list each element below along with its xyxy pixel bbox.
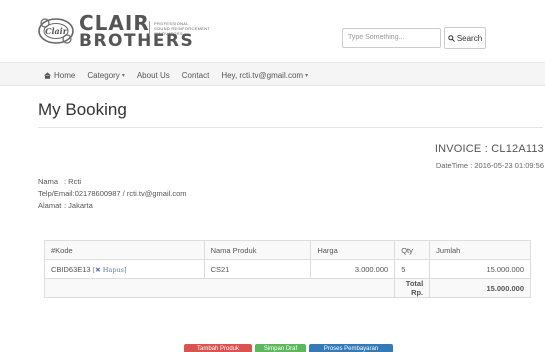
cell-jumlah: 15.000.000: [429, 259, 531, 279]
cell-harga: 3.000.000: [310, 259, 396, 279]
chevron-down-icon: ▾: [121, 72, 125, 79]
customer-address-label: Alamat: [38, 201, 62, 210]
column-header-jumlah: Jumlah: [429, 240, 531, 260]
process-payment-button[interactable]: Proses Pembayaran: [309, 344, 393, 352]
search-button-label: Search: [456, 33, 483, 43]
customer-address-value: : Jakarta: [64, 201, 93, 210]
booking-table: #Kode Nama Produk Harga Qty Jumlah CBID6…: [43, 240, 531, 298]
brand-tagline: PROFESSIONAL SOUND REINFORCEMENT INNOVAT…: [149, 21, 219, 36]
customer-contact: Telp/Email:02178600987 / rcti.tv@gmail.c…: [38, 189, 187, 198]
invoice-datetime: DateTime : 2016-05-23 01:09:56: [435, 161, 544, 170]
customer-contact-label: Telp/Email: [38, 189, 73, 198]
save-draft-button[interactable]: Simpan Draf: [255, 344, 306, 352]
nav-about[interactable]: About Us: [137, 71, 170, 80]
home-icon: [44, 71, 51, 79]
customer-name-value: : Rcti: [64, 177, 82, 186]
delete-link[interactable]: [✖ Hapus]: [93, 266, 127, 274]
site-header: Clair CLAIR BROTHERS PROFESSIONAL SOUND …: [0, 0, 545, 62]
total-row: Total Rp. 15.000.000: [43, 278, 531, 298]
nav-category-label: Category: [87, 70, 120, 80]
clair-logo-icon: Clair: [36, 15, 76, 47]
logo-mark-text: Clair: [45, 26, 68, 36]
column-header-harga: Harga: [310, 240, 396, 260]
product-code: CBID63E13: [51, 264, 91, 274]
total-value: 15.000.000: [429, 278, 531, 298]
nav-user-menu[interactable]: Hey, rcti.tv@gmail.com ▾: [221, 71, 308, 80]
main-nav: Home Category ▾ About Us Contact Hey, rc…: [0, 62, 545, 86]
nav-home[interactable]: Home: [44, 71, 75, 80]
cell-qty: 5: [394, 259, 431, 279]
invoice-number: INVOICE : CL12A113: [434, 143, 544, 155]
customer-name: Nama : Rcti: [38, 177, 81, 186]
page-title: My Booking: [38, 100, 127, 119]
delete-link-label: Hapus: [102, 265, 125, 274]
search-input[interactable]: Type Something...: [342, 28, 441, 48]
divider: [38, 127, 543, 128]
column-header-produk: Nama Produk: [203, 240, 312, 260]
search-icon: [448, 34, 455, 42]
total-spacer: [43, 278, 396, 298]
total-label: Total Rp.: [394, 278, 431, 298]
customer-contact-value: :02178600987 / rcti.tv@gmail.com: [72, 189, 187, 198]
add-product-button[interactable]: Tambah Produk: [184, 344, 252, 352]
nav-category[interactable]: Category ▾: [87, 71, 124, 80]
tagline-line: INNOVATORS: [154, 31, 183, 36]
cell-kode: CBID63E13 [✖ Hapus]: [44, 259, 205, 279]
table-header-row: #Kode Nama Produk Harga Qty Jumlah: [44, 240, 531, 260]
nav-user-label: Hey, rcti.tv@gmail.com: [221, 70, 304, 80]
table-row: CBID63E13 [✖ Hapus] CS21 3.000.000 5 15.…: [44, 259, 531, 279]
search-button[interactable]: Search: [444, 27, 486, 49]
chevron-down-icon: ▾: [305, 72, 309, 79]
nav-contact-label: Contact: [181, 70, 210, 80]
cell-produk: CS21: [203, 259, 312, 279]
column-header-kode: #Kode: [44, 240, 205, 260]
close-icon: ✖: [95, 265, 101, 274]
customer-name-label: Nama: [38, 177, 59, 186]
nav-contact[interactable]: Contact: [182, 71, 210, 80]
action-buttons: Tambah Produk Simpan Draf Proses Pembaya…: [0, 344, 545, 352]
column-header-qty: Qty: [394, 240, 431, 260]
nav-about-label: About Us: [136, 70, 170, 80]
customer-address: Alamat: Jakarta: [38, 201, 93, 210]
nav-home-label: Home: [54, 70, 76, 80]
